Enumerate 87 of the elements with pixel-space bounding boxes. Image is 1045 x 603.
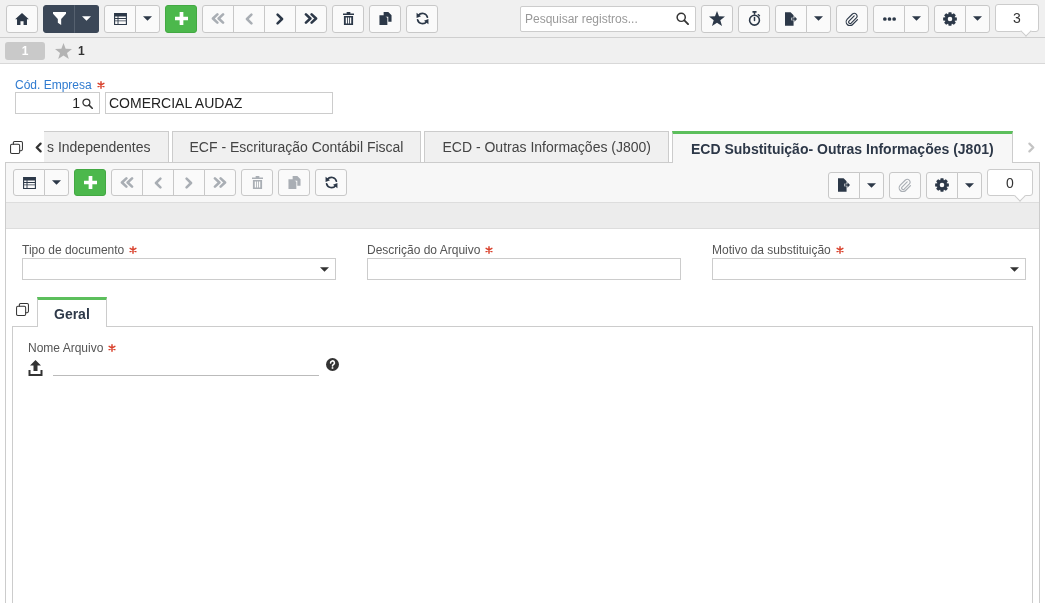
export-button[interactable]: [828, 171, 860, 199]
refresh-button[interactable]: [406, 4, 438, 33]
add-button[interactable]: [74, 169, 106, 196]
stopwatch-icon: [747, 11, 761, 26]
caret-icon: [52, 180, 61, 185]
favorite-button[interactable]: [701, 4, 733, 33]
dropdown-field[interactable]: [22, 258, 336, 280]
timer-button[interactable]: [738, 4, 770, 33]
tab[interactable]: Geral: [37, 297, 107, 327]
field-label: Descrição do Arquivo: [367, 242, 481, 257]
caret-icon: [320, 266, 329, 272]
star-icon: [55, 42, 72, 59]
field-label: Cód. Empresa: [15, 77, 92, 92]
home-button[interactable]: [6, 4, 38, 33]
caret-icon: [1010, 266, 1019, 272]
chevron-left-icon: [245, 12, 253, 25]
lookup-field[interactable]: 1: [15, 92, 100, 114]
overlapping-squares-icon[interactable]: [16, 303, 29, 316]
caret-icon: [143, 16, 152, 21]
refresh-button[interactable]: [315, 169, 347, 196]
gear-icon: [943, 11, 957, 26]
settings-button[interactable]: [934, 4, 966, 33]
table-icon: [22, 176, 36, 189]
add-button[interactable]: [165, 4, 197, 33]
field-label: Tipo de documento: [22, 242, 125, 257]
table-icon: [113, 12, 127, 25]
double-chevron-left-icon: [120, 177, 134, 188]
record-count: 0: [987, 169, 1033, 201]
paperclip-icon: [898, 178, 912, 192]
documents-icon: [378, 12, 392, 25]
chevron-left-icon: [154, 176, 162, 189]
documents-icon: [287, 176, 301, 189]
chevron-right-icon: [276, 12, 284, 25]
text-field[interactable]: [367, 258, 681, 280]
field-label: Nome Arquivo: [28, 340, 104, 355]
tab[interactable]: ECF - Escrituração Contábil Fiscal: [171, 131, 422, 162]
plus-icon: [83, 176, 97, 189]
settings-button[interactable]: [926, 171, 958, 199]
gear-icon: [935, 178, 949, 192]
favorites-count: 1: [78, 43, 85, 58]
caret-icon: [82, 16, 91, 21]
tab[interactable]: ECD Substituição- Outras Informações (J801): [672, 131, 1013, 163]
search-icon: [82, 97, 93, 109]
caret-icon: [965, 182, 974, 188]
next-record-button[interactable]: [264, 4, 296, 33]
trash-icon: [251, 176, 263, 189]
double-chevron-right-icon: [213, 177, 227, 188]
duplicate-button[interactable]: [369, 4, 401, 33]
name-field[interactable]: COMERCIAL AUDAZ: [105, 92, 333, 114]
last-record-button[interactable]: [295, 4, 327, 33]
ellipsis-icon: [882, 16, 896, 21]
field-label: Motivo da substituição: [712, 242, 831, 257]
search-icon: [676, 11, 689, 25]
dropdown-button[interactable]: [74, 4, 99, 33]
record-count: 3: [995, 4, 1039, 37]
trash-icon: [342, 12, 354, 25]
tab[interactable]: s Independentes: [44, 131, 169, 162]
tab[interactable]: ECD - Outras Informações (J800): [424, 131, 669, 162]
refresh-icon: [415, 12, 429, 25]
home-icon: [15, 12, 29, 25]
caret-icon: [912, 16, 921, 21]
paperclip-icon: [845, 11, 859, 26]
plus-icon: [174, 12, 188, 25]
search-field[interactable]: Pesquisar registros...: [520, 5, 696, 32]
refresh-icon: [324, 176, 338, 189]
star-icon: [709, 11, 725, 26]
table-view-button[interactable]: [104, 4, 136, 33]
export-button[interactable]: [775, 4, 807, 33]
document-arrow-icon: [838, 178, 850, 192]
caret-icon: [973, 16, 982, 21]
overlapping-squares-icon[interactable]: [10, 140, 23, 154]
caret-icon: [867, 182, 876, 188]
dropdown-field[interactable]: [712, 258, 1026, 280]
double-chevron-left-icon: [211, 13, 225, 24]
filter-icon: [52, 12, 66, 25]
delete-button[interactable]: [332, 4, 364, 33]
document-arrow-icon: [785, 11, 797, 26]
double-chevron-right-icon: [304, 13, 318, 24]
more-button[interactable]: [873, 4, 905, 33]
chevron-left-icon[interactable]: [35, 141, 42, 153]
filter-button[interactable]: [43, 4, 75, 33]
help-icon[interactable]: [326, 358, 339, 371]
chevron-right-icon: [185, 176, 193, 189]
upload-icon[interactable]: [28, 360, 43, 376]
caret-icon: [814, 16, 823, 21]
table-view-button[interactable]: [13, 169, 45, 196]
attach-button[interactable]: [836, 4, 868, 33]
